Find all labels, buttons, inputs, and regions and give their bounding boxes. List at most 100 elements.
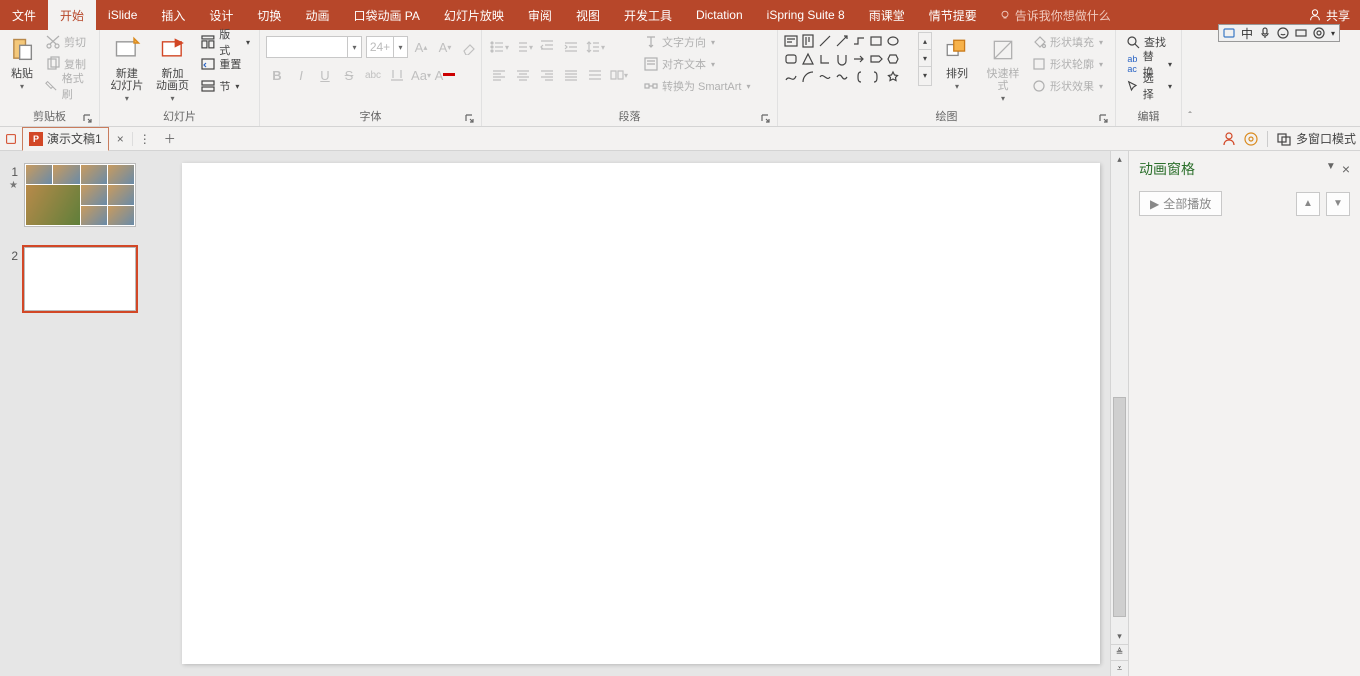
home-icon[interactable]	[4, 132, 18, 146]
tell-me-search[interactable]: 告诉我你想做什么	[999, 0, 1111, 30]
tab-slideshow[interactable]: 幻灯片放映	[432, 0, 516, 30]
play-all-button[interactable]: ▶ 全部播放	[1139, 191, 1222, 216]
tab-developer[interactable]: 开发工具	[612, 0, 684, 30]
clear-format-button[interactable]	[458, 36, 480, 58]
ime-toolbar[interactable]: 中 ▾	[1218, 24, 1340, 42]
text-direction-button[interactable]: 文字方向▾	[640, 32, 753, 52]
underline-button[interactable]: U	[314, 64, 336, 86]
justify-button[interactable]	[560, 64, 582, 86]
reset-button[interactable]: 重置	[197, 54, 253, 74]
select-button[interactable]: 选择▾	[1122, 76, 1175, 96]
arrow-right-icon	[852, 52, 866, 66]
section-button[interactable]: 节▾	[197, 76, 253, 96]
format-painter-button[interactable]: 格式刷	[42, 76, 93, 96]
keyboard-icon[interactable]	[1295, 27, 1307, 39]
multi-window-label[interactable]: 多窗口模式	[1296, 130, 1356, 147]
change-case-button[interactable]: Aa▾	[410, 64, 432, 86]
move-up-button[interactable]: ▲	[1296, 192, 1320, 216]
document-tab[interactable]: P 演示文稿1	[22, 127, 109, 151]
grow-font-button[interactable]: A▴	[410, 36, 432, 58]
shrink-font-button[interactable]: A▾	[434, 36, 456, 58]
tab-home[interactable]: 开始	[48, 0, 96, 30]
slide-thumbnail-1[interactable]	[24, 163, 136, 227]
new-anim-page-button[interactable]: 新加 动画页 ▾	[152, 32, 194, 103]
mic-icon[interactable]	[1259, 27, 1271, 39]
pane-options-button[interactable]: ▼	[1326, 161, 1336, 177]
close-pane-button[interactable]: ×	[1342, 161, 1350, 177]
smartart-button[interactable]: 转换为 SmartArt▾	[640, 76, 753, 96]
slide-canvas[interactable]	[182, 163, 1100, 664]
bullets-button[interactable]: ▾	[488, 36, 510, 58]
collapse-ribbon-button[interactable]: ˆ	[1182, 30, 1198, 126]
tab-transition[interactable]: 切换	[245, 0, 293, 30]
emoji-icon[interactable]	[1277, 27, 1289, 39]
align-center-button[interactable]	[512, 64, 534, 86]
numbering-button[interactable]: ▾	[512, 36, 534, 58]
ime-lang[interactable]: 中	[1241, 25, 1253, 42]
tool-person-icon[interactable]	[1219, 129, 1239, 149]
new-tab-button[interactable]: ＋	[161, 130, 179, 148]
tab-view[interactable]: 视图	[564, 0, 612, 30]
cut-button[interactable]: 剪切	[42, 32, 93, 52]
shadow-button[interactable]: abc	[362, 64, 384, 86]
char-spacing-button[interactable]	[386, 64, 408, 86]
tab-insert[interactable]: 插入	[149, 0, 197, 30]
next-slide-button[interactable]: ⩡	[1111, 660, 1128, 676]
new-slide-button[interactable]: 新建 幻灯片 ▾	[106, 32, 148, 103]
scroll-up-button[interactable]: ▴	[1111, 151, 1128, 167]
distribute-button[interactable]	[584, 64, 606, 86]
tab-pocket-anim[interactable]: 口袋动画 PA	[341, 0, 431, 30]
layout-button[interactable]: 版式▾	[197, 32, 253, 52]
fill-icon	[1031, 34, 1047, 50]
tab-file[interactable]: 文件	[0, 0, 48, 30]
vertical-scrollbar[interactable]: ▴ ▾ ≜ ⩡	[1110, 151, 1128, 676]
decrease-indent-button[interactable]	[536, 36, 558, 58]
quick-styles-button[interactable]: 快速样式▾	[982, 32, 1024, 103]
tab-dictation[interactable]: Dictation	[684, 0, 755, 30]
scrollbar-thumb[interactable]	[1113, 397, 1126, 617]
close-tab-button[interactable]: ×	[113, 132, 128, 146]
dialog-launcher-icon[interactable]	[1099, 114, 1109, 124]
arrange-button[interactable]: 排列▾	[936, 32, 978, 91]
align-left-button[interactable]	[488, 64, 510, 86]
line-spacing-button[interactable]: ▾	[584, 36, 606, 58]
shape-effects-button[interactable]: 形状效果▾	[1028, 76, 1106, 96]
tab-plot[interactable]: 情节提要	[917, 0, 989, 30]
star-icon	[886, 70, 900, 84]
tab-rainclass[interactable]: 雨课堂	[857, 0, 917, 30]
prev-slide-button[interactable]: ≜	[1111, 644, 1128, 660]
shape-outline-button[interactable]: 形状轮廓▾	[1028, 54, 1106, 74]
multi-window-icon[interactable]	[1274, 129, 1294, 149]
curve-icon	[818, 70, 832, 84]
font-family-combo[interactable]: ▾	[266, 36, 362, 58]
gallery-scroll[interactable]: ▴▾▾	[918, 32, 932, 86]
animation-star-icon[interactable]: ★	[8, 180, 18, 191]
ime-collapse[interactable]: ▾	[1331, 29, 1335, 38]
align-text-button[interactable]: 对齐文本▾	[640, 54, 753, 74]
tab-menu-button[interactable]: ⋮	[132, 132, 157, 146]
ribbon-tabs: 文件 开始 iSlide 插入 设计 切换 动画 口袋动画 PA 幻灯片放映 审…	[0, 0, 989, 30]
move-down-button[interactable]: ▼	[1326, 192, 1350, 216]
slide-thumbnail-2[interactable]	[24, 247, 136, 311]
scroll-down-button[interactable]: ▾	[1111, 628, 1128, 644]
tab-animation[interactable]: 动画	[293, 0, 341, 30]
tab-islide[interactable]: iSlide	[96, 0, 149, 30]
align-right-button[interactable]	[536, 64, 558, 86]
tab-ispring[interactable]: iSpring Suite 8	[755, 0, 857, 30]
dialog-launcher-icon[interactable]	[761, 114, 771, 124]
shapes-gallery[interactable]	[784, 32, 914, 86]
tab-review[interactable]: 审阅	[516, 0, 564, 30]
dialog-launcher-icon[interactable]	[83, 114, 93, 124]
font-color-button[interactable]: A	[434, 64, 456, 86]
dialog-launcher-icon[interactable]	[465, 114, 475, 124]
font-size-combo[interactable]: 24+▾	[366, 36, 408, 58]
strike-button[interactable]: S	[338, 64, 360, 86]
paste-button[interactable]: 粘贴 ▾	[6, 32, 38, 91]
increase-indent-button[interactable]	[560, 36, 582, 58]
settings-icon[interactable]	[1313, 27, 1325, 39]
italic-button[interactable]: I	[290, 64, 312, 86]
bold-button[interactable]: B	[266, 64, 288, 86]
columns-button[interactable]: ▾	[608, 64, 630, 86]
shape-fill-button[interactable]: 形状填充▾	[1028, 32, 1106, 52]
tool-gear-icon[interactable]	[1241, 129, 1261, 149]
